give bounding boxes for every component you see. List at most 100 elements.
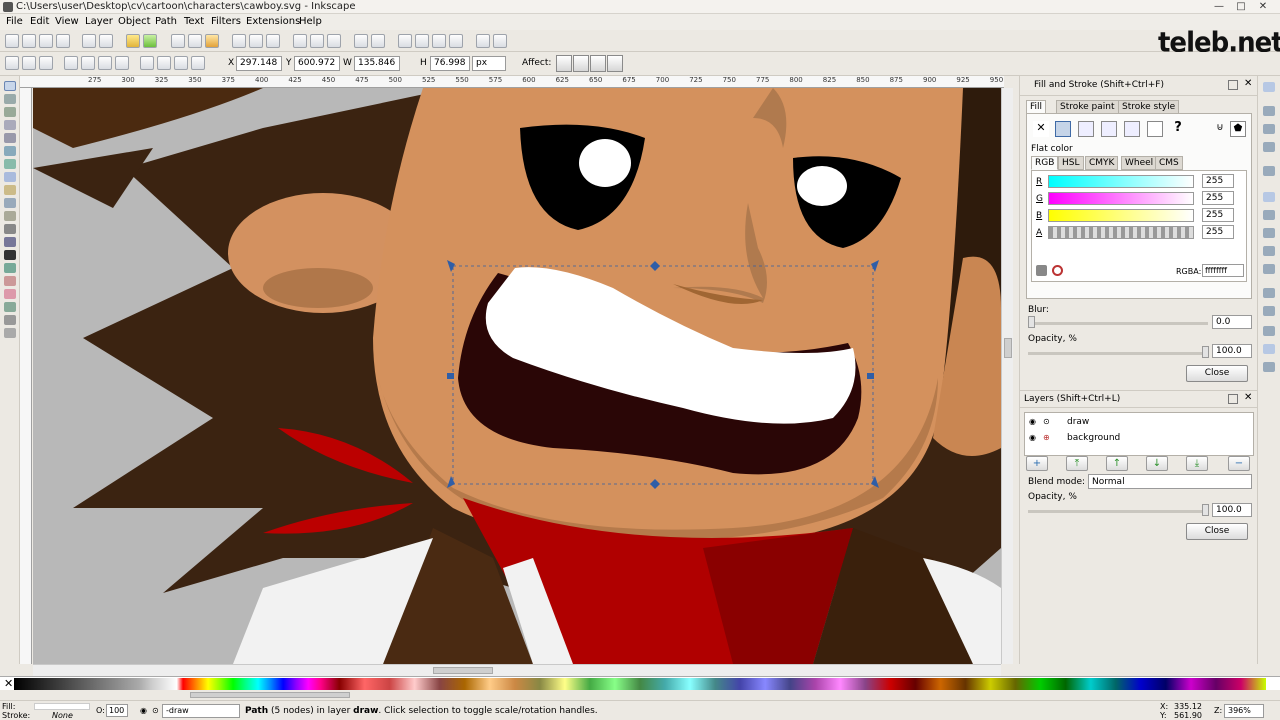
blur-slider[interactable]	[1028, 322, 1208, 325]
y-field[interactable]: 600.972	[294, 56, 340, 71]
flip-vertical-icon[interactable]	[115, 56, 129, 70]
rotate-ccw-icon[interactable]	[64, 56, 78, 70]
affect-stroke-toggle[interactable]	[556, 55, 572, 72]
raise-layer-icon[interactable]: ↑	[1106, 456, 1128, 471]
linear-gradient-icon[interactable]	[1078, 121, 1094, 137]
menu-path[interactable]: Path	[155, 16, 177, 27]
calligraphy-tool-icon[interactable]	[4, 237, 16, 247]
opacity-slider-handle[interactable]	[1202, 346, 1209, 358]
connector-tool-icon[interactable]	[4, 328, 16, 338]
zoom-field[interactable]: 396%	[1224, 704, 1264, 718]
deselect-icon[interactable]	[39, 56, 53, 70]
evenodd-fill-icon[interactable]: ⊍	[1212, 121, 1228, 137]
selector-tool-icon[interactable]	[4, 81, 16, 91]
pen-tool-icon[interactable]	[4, 224, 16, 234]
save-icon[interactable]	[39, 34, 53, 48]
menu-view[interactable]: View	[55, 16, 79, 27]
snap-paths-icon[interactable]	[1263, 192, 1275, 202]
layer-row-draw[interactable]: ◉ ⊙ draw	[1027, 415, 1251, 430]
measure-tool-icon[interactable]	[4, 133, 16, 143]
drawing-canvas[interactable]	[33, 88, 1001, 664]
blur-slider-handle[interactable]	[1028, 316, 1035, 328]
channel-g-value[interactable]: 255	[1202, 191, 1234, 205]
menu-layer[interactable]: Layer	[85, 16, 113, 27]
menu-extensions[interactable]: Extensions	[246, 16, 300, 27]
affect-corners-toggle[interactable]	[573, 55, 589, 72]
cut-icon[interactable]	[188, 34, 202, 48]
ungroup-icon[interactable]	[371, 34, 385, 48]
current-layer-select[interactable]: -draw	[162, 704, 240, 718]
pattern-icon[interactable]	[1124, 121, 1140, 137]
zoom-selection-icon[interactable]	[232, 34, 246, 48]
open-icon[interactable]	[22, 34, 36, 48]
tab-stroke-style[interactable]: Stroke style	[1118, 100, 1180, 114]
palette-swatches[interactable]	[14, 678, 1266, 690]
height-field[interactable]: 76.998	[430, 56, 470, 71]
nonzero-fill-icon[interactable]: ⬟	[1230, 121, 1246, 137]
blend-mode-select[interactable]: Normal	[1088, 474, 1252, 489]
tab-stroke-paint[interactable]: Stroke paint	[1056, 100, 1119, 114]
menu-filters[interactable]: Filters	[211, 16, 241, 27]
snap-page-icon[interactable]	[1263, 326, 1275, 336]
channel-g-slider[interactable]	[1048, 192, 1194, 205]
text-dialog-icon[interactable]	[415, 34, 429, 48]
xml-editor-icon[interactable]	[432, 34, 446, 48]
paint-bucket-tool-icon[interactable]	[4, 289, 16, 299]
stroke-indicator-value[interactable]: None	[52, 711, 73, 720]
tab-cms[interactable]: CMS	[1155, 156, 1183, 170]
menu-text[interactable]: Text	[184, 16, 204, 27]
color-palette[interactable]: ✕	[0, 676, 1280, 690]
fill-stroke-dialog-icon[interactable]	[398, 34, 412, 48]
spray-tool-icon[interactable]	[4, 263, 16, 273]
layer-lock-icon[interactable]: ⊙	[152, 706, 159, 715]
lower-to-bottom-icon[interactable]	[191, 56, 205, 70]
layer-opacity-handle[interactable]	[1202, 504, 1209, 516]
group-icon[interactable]	[354, 34, 368, 48]
close-layers-icon[interactable]: ✕	[1244, 392, 1252, 403]
channel-a-slider[interactable]	[1048, 226, 1194, 239]
pencil-tool-icon[interactable]	[4, 211, 16, 221]
fill-indicator-swatch[interactable]	[34, 703, 90, 710]
paste-icon[interactable]	[205, 34, 219, 48]
snap-toggle-icon[interactable]	[1263, 82, 1275, 92]
duplicate-icon[interactable]	[293, 34, 307, 48]
redo-icon[interactable]	[143, 34, 157, 48]
lower-icon[interactable]	[174, 56, 188, 70]
print-icon[interactable]	[56, 34, 70, 48]
zoom-tool-icon[interactable]	[4, 120, 16, 130]
snap-intersections-icon[interactable]	[1263, 210, 1275, 220]
channel-b-slider[interactable]	[1048, 209, 1194, 222]
tab-hsl[interactable]: HSL	[1058, 156, 1084, 170]
layer-opacity-slider[interactable]	[1028, 510, 1208, 513]
opacity-value[interactable]: 100.0	[1212, 344, 1252, 358]
add-layer-icon[interactable]: +	[1026, 456, 1048, 471]
unlink-clone-icon[interactable]	[327, 34, 341, 48]
channel-a-value[interactable]: 255	[1202, 225, 1234, 239]
new-document-icon[interactable]	[5, 34, 19, 48]
snap-centers-icon[interactable]	[1263, 288, 1275, 298]
iconify-panel-icon[interactable]	[1228, 80, 1238, 90]
snap-rotation-center-icon[interactable]	[1263, 306, 1275, 316]
menu-object[interactable]: Object	[118, 16, 151, 27]
align-dialog-icon[interactable]	[449, 34, 463, 48]
remove-layer-icon[interactable]: −	[1228, 456, 1250, 471]
tab-fill[interactable]: Fill	[1026, 100, 1047, 114]
raise-icon[interactable]	[157, 56, 171, 70]
opacity-status-field[interactable]: 100	[106, 704, 128, 717]
layer-row-background[interactable]: ◉ ⊕ background	[1027, 431, 1251, 446]
close-window-button[interactable]: ✕	[1254, 1, 1272, 12]
preferences-icon[interactable]	[493, 34, 507, 48]
export-icon[interactable]	[99, 34, 113, 48]
node-tool-icon[interactable]	[4, 94, 16, 104]
rectangle-tool-icon[interactable]	[4, 146, 16, 156]
unset-paint-icon[interactable]: ?	[1170, 121, 1186, 137]
select-all-icon[interactable]	[5, 56, 19, 70]
maximize-button[interactable]: □	[1232, 1, 1250, 12]
palette-scrollbar[interactable]	[0, 690, 1280, 700]
affect-patterns-toggle[interactable]	[607, 55, 623, 72]
gradient-tool-icon[interactable]	[4, 302, 16, 312]
eye-icon[interactable]: ◉	[1029, 417, 1036, 426]
lock-icon[interactable]: ⊙	[1043, 417, 1050, 426]
spiral-tool-icon[interactable]	[4, 198, 16, 208]
eraser-tool-icon[interactable]	[4, 276, 16, 286]
